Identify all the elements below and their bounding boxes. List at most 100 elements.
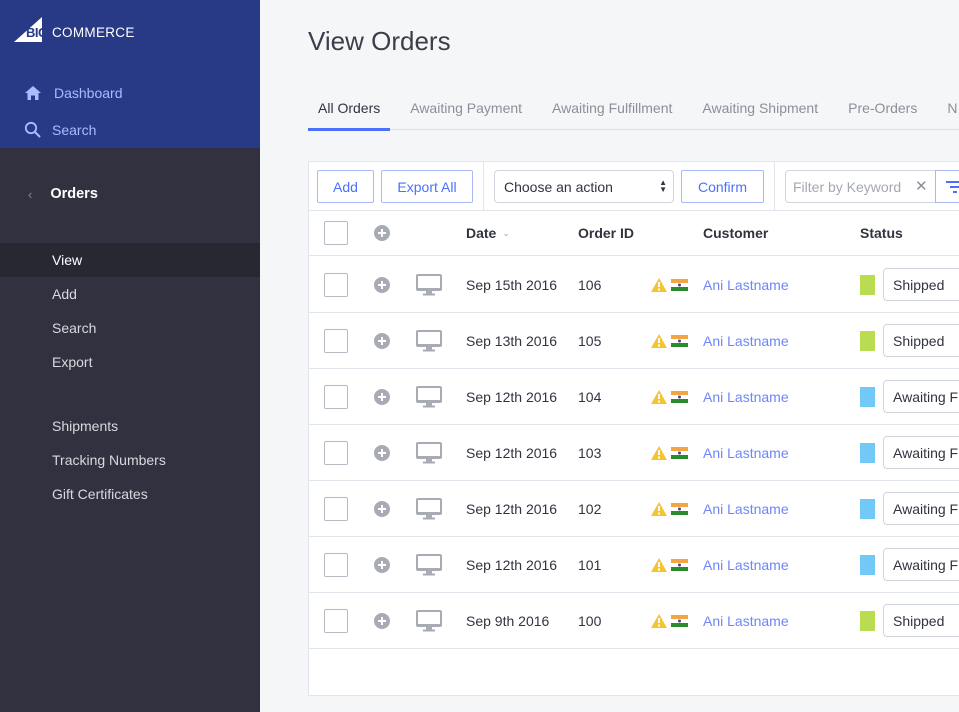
india-flag-icon [671, 425, 688, 480]
add-button[interactable]: Add [317, 170, 374, 203]
expand-row-icon[interactable] [374, 500, 390, 517]
warning-icon [651, 313, 667, 368]
row-checkbox[interactable] [324, 440, 348, 465]
sort-chevron-down-icon: ⌄ [502, 227, 510, 238]
logo-commerce-text: COMMERCE [52, 25, 135, 40]
tab-next-truncated[interactable]: N [937, 90, 959, 130]
table-row: Sep 12th 2016 104 Ani Lastname Awaiting … [309, 369, 959, 425]
row-checkbox[interactable] [324, 608, 348, 633]
row-checkbox[interactable] [324, 384, 348, 409]
tab-pre-orders[interactable]: Pre-Orders [838, 90, 927, 130]
tab-awaiting-fulfillment[interactable]: Awaiting Fulfillment [542, 90, 682, 130]
warning-icon [651, 425, 667, 480]
customer-link[interactable]: Ani Lastname [703, 369, 789, 424]
sidebar-section-orders[interactable]: ‹ Orders [28, 186, 98, 202]
tab-all-orders[interactable]: All Orders [308, 90, 391, 131]
customer-link[interactable]: Ani Lastname [703, 257, 789, 312]
logo-big-text: BIG [26, 25, 48, 40]
chevron-left-icon: ‹ [28, 186, 33, 202]
filter-keyword-input[interactable] [793, 178, 913, 195]
expand-row-icon[interactable] [374, 276, 390, 293]
order-date: Sep 12th 2016 [466, 556, 558, 573]
row-checkbox[interactable] [324, 552, 348, 577]
home-icon [24, 84, 42, 102]
sidebar-item-view[interactable]: View [0, 243, 260, 277]
customer-link[interactable]: Ani Lastname [703, 481, 789, 536]
status-color-swatch [860, 498, 875, 519]
expand-row-icon[interactable] [374, 556, 390, 573]
order-date: Sep 13th 2016 [466, 332, 558, 349]
table-row: Sep 12th 2016 103 Ani Lastname Awaiting … [309, 425, 959, 481]
order-date: Sep 9th 2016 [466, 612, 550, 629]
bigcommerce-logo[interactable]: BIG COMMERCE [0, 0, 140, 50]
status-select[interactable]: Shipped [883, 324, 959, 357]
clear-icon[interactable]: ✕ [915, 177, 928, 195]
select-all-checkbox[interactable] [324, 221, 348, 245]
order-date: Sep 12th 2016 [466, 388, 558, 405]
customer-link[interactable]: Ani Lastname [703, 593, 789, 648]
order-id: 103 [578, 444, 602, 461]
warning-icon [651, 257, 667, 312]
expand-all-icon[interactable] [374, 225, 390, 241]
page-title: View Orders [308, 26, 451, 56]
sidebar-item-export[interactable]: Export [0, 345, 260, 379]
table-row: Sep 9th 2016 100 Ani Lastname Shipped [309, 593, 959, 649]
sidebar-nav-dashboard[interactable]: Dashboard [24, 84, 123, 102]
order-tabs: All Orders Awaiting Payment Awaiting Ful… [308, 90, 959, 131]
export-all-button[interactable]: Export All [381, 170, 473, 203]
order-id: 106 [578, 276, 602, 293]
row-checkbox[interactable] [324, 272, 348, 297]
table-row: Sep 13th 2016 105 Ani Lastname Shipped [309, 313, 959, 369]
orders-toolbar: Add Export All Choose an action ▲ ▼ Confi… [309, 162, 959, 211]
order-id: 101 [578, 556, 602, 573]
status-select[interactable]: Awaiting Fulfillment [883, 492, 959, 525]
desktop-icon [416, 369, 442, 424]
select-arrows-icon: ▲ ▼ [659, 178, 667, 194]
status-select[interactable]: Awaiting Fulfillment [883, 548, 959, 581]
sidebar-nav-search[interactable]: Search [24, 121, 96, 139]
desktop-icon [416, 257, 442, 312]
sidebar-item-tracking-numbers[interactable]: Tracking Numbers [0, 443, 260, 477]
desktop-icon [416, 537, 442, 592]
sidebar-item-search[interactable]: Search [0, 311, 260, 345]
india-flag-icon [671, 481, 688, 536]
column-status: Status [860, 225, 903, 241]
filter-button[interactable] [935, 170, 959, 203]
order-id: 102 [578, 500, 602, 517]
expand-row-icon[interactable] [374, 388, 390, 405]
order-date: Sep 15th 2016 [466, 276, 558, 293]
customer-link[interactable]: Ani Lastname [703, 425, 789, 480]
sidebar-item-shipments[interactable]: Shipments [0, 409, 260, 443]
expand-row-icon[interactable] [374, 444, 390, 461]
customer-link[interactable]: Ani Lastname [703, 537, 789, 592]
order-id: 100 [578, 612, 602, 629]
row-checkbox[interactable] [324, 496, 348, 521]
sidebar-item-add[interactable]: Add [0, 277, 260, 311]
row-checkbox[interactable] [324, 328, 348, 353]
expand-row-icon[interactable] [374, 332, 390, 349]
toolbar-divider [774, 162, 775, 210]
bulk-action-select[interactable]: Choose an action ▲ ▼ [494, 170, 674, 203]
dashboard-label: Dashboard [54, 85, 123, 101]
sidebar-item-gift-certificates[interactable]: Gift Certificates [0, 477, 260, 511]
tab-awaiting-shipment[interactable]: Awaiting Shipment [692, 90, 828, 130]
table-row: Sep 12th 2016 102 Ani Lastname Awaiting … [309, 481, 959, 537]
india-flag-icon [671, 593, 688, 648]
india-flag-icon [671, 537, 688, 592]
column-date[interactable]: Date ⌄ [466, 211, 510, 255]
tab-awaiting-payment[interactable]: Awaiting Payment [400, 90, 532, 130]
table-row: Sep 15th 2016 106 Ani Lastname Shipped [309, 257, 959, 313]
date-header: Date [466, 225, 497, 241]
customer-link[interactable]: Ani Lastname [703, 313, 789, 368]
status-select[interactable]: Shipped [883, 604, 959, 637]
status-select[interactable]: Shipped [883, 268, 959, 301]
status-select[interactable]: Awaiting Fulfillment [883, 436, 959, 469]
expand-row-icon[interactable] [374, 612, 390, 629]
confirm-button[interactable]: Confirm [681, 170, 764, 203]
search-icon [24, 121, 42, 139]
table-header: Date ⌄ Order ID Customer Status [309, 211, 959, 256]
status-select[interactable]: Awaiting Fulfillment [883, 380, 959, 413]
desktop-icon [416, 481, 442, 536]
toolbar-divider [483, 162, 484, 210]
order-date: Sep 12th 2016 [466, 500, 558, 517]
